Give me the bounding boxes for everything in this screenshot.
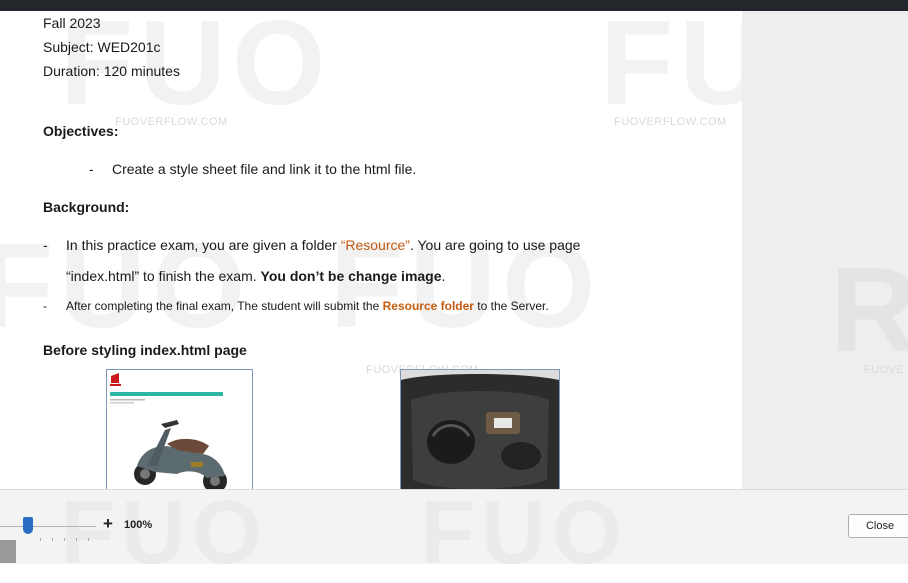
zoom-slider-tick <box>52 538 53 541</box>
duration-line: Duration: 120 minutes <box>43 63 180 79</box>
bullet-2-text: After completing the final exam, The stu… <box>66 299 383 313</box>
bullet-2-text-end: to the Server. <box>473 299 549 313</box>
bullet-dash: - <box>43 299 47 313</box>
zoom-in-button[interactable]: + <box>103 514 113 534</box>
zoom-slider-track[interactable] <box>0 526 96 527</box>
zoom-slider-tick <box>40 538 41 541</box>
bullet-1-line-1: In this practice exam, you are given a f… <box>66 237 580 253</box>
watermark-logo: R <box>830 243 908 377</box>
storage-compartment-thumbnail <box>400 369 560 489</box>
zoom-slider-tick <box>64 538 65 541</box>
objective-dash: - <box>89 161 94 177</box>
bullet-2-line: After completing the final exam, The stu… <box>66 299 549 313</box>
resource-highlight: “Resource” <box>340 237 410 253</box>
unstyled-page-thumbnail <box>106 369 253 489</box>
document-page: FUO FUO FUO FUO FUO FUOVERFLOW.COM FUOVE… <box>0 11 742 489</box>
bullet-dash: - <box>43 237 48 253</box>
window-top-bar <box>0 0 908 11</box>
watermark-logo: FUO <box>420 483 628 583</box>
term-line: Fall 2023 <box>43 15 101 31</box>
watermark-text: FUOVE <box>864 364 905 376</box>
zoom-slider-tick <box>76 538 77 541</box>
zoom-slider-tick <box>88 538 89 541</box>
close-button[interactable]: Close <box>848 514 908 538</box>
scrollbar-thumb[interactable] <box>0 540 16 563</box>
objective-item: Create a style sheet file and link it to… <box>112 161 417 177</box>
bullet-1-text: In this practice exam, you are given a f… <box>66 237 341 253</box>
bullet-1-line-2: “index.html” to finish the exam. You don… <box>66 268 445 284</box>
bullet-1-line-2-text: “index.html” to finish the exam. <box>66 268 261 284</box>
bullet-1-line-2-end: . <box>441 268 446 284</box>
bullet-1-text-end: . You are going to use page <box>409 237 581 253</box>
before-styling-heading: Before styling index.html page <box>43 342 247 358</box>
watermark-text: FUOVERFLOW.COM <box>115 116 228 128</box>
zoom-slider-handle[interactable] <box>23 517 33 534</box>
background-heading: Background: <box>43 199 130 215</box>
subject-line: Subject: WED201c <box>43 39 161 55</box>
scooter-image <box>110 373 227 489</box>
bullet-1-bold-text: You don’t be change image <box>260 268 442 284</box>
resource-folder-highlight: Resource folder <box>382 299 474 313</box>
objectives-heading: Objectives: <box>43 123 119 139</box>
zoom-level: 100% <box>124 519 153 531</box>
storage-compartment-image <box>401 370 559 489</box>
watermark-text: FUOVERFLOW.COM <box>614 116 727 128</box>
watermark-logo: FUO <box>60 483 268 583</box>
watermark-logo: FUO <box>600 11 742 130</box>
